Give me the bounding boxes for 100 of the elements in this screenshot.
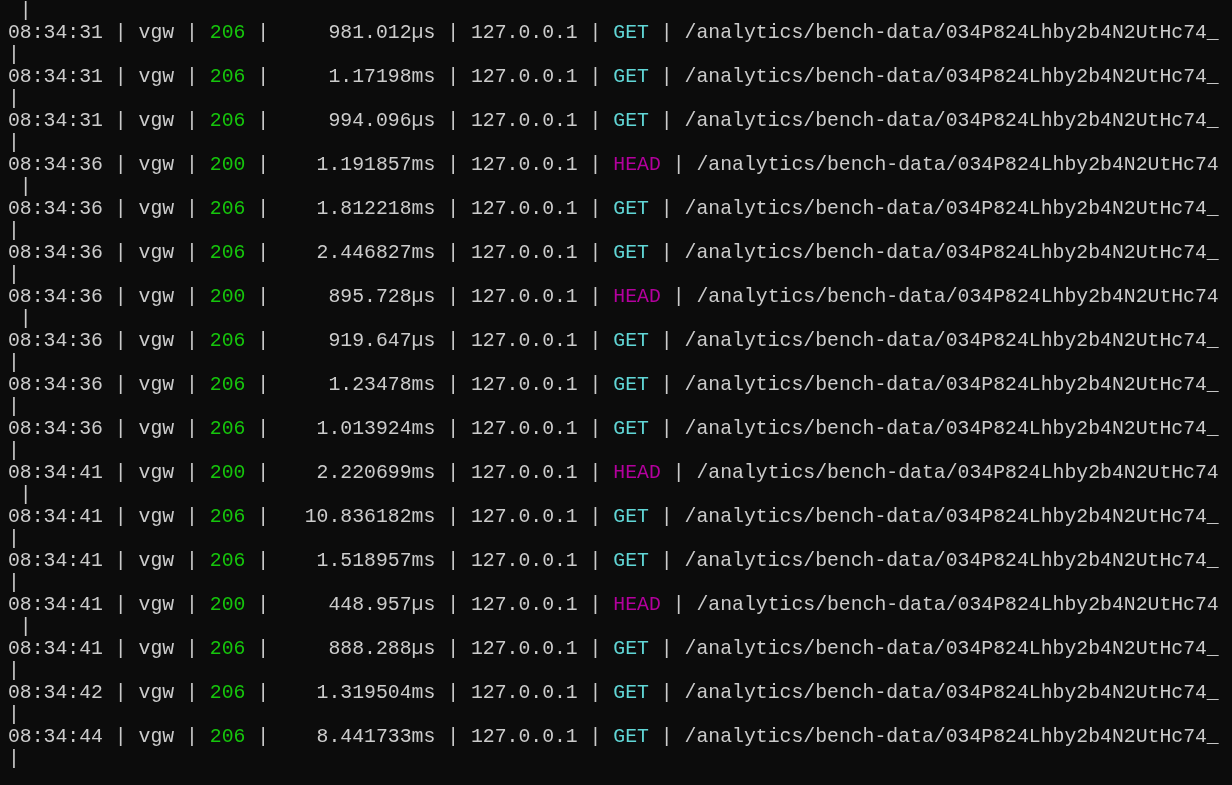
separator: | (660, 682, 673, 704)
status-code: 206 (209, 242, 246, 264)
status-code: 206 (209, 330, 246, 352)
separator: | (589, 286, 602, 308)
separator: | (589, 418, 602, 440)
separator: | (660, 198, 673, 220)
ip-address: 127.0.0.1 (470, 330, 578, 352)
separator: | (660, 330, 673, 352)
timestamp: 08:34:36 (8, 330, 103, 352)
service-name: vgw (138, 286, 175, 308)
separator: | (589, 682, 602, 704)
ip-address: 127.0.0.1 (470, 66, 578, 88)
timestamp: 08:34:31 (8, 66, 103, 88)
status-code: 206 (209, 110, 246, 132)
duration: 1.013924ms (315, 418, 436, 440)
service-name: vgw (138, 726, 175, 748)
duration: 994.096µs (327, 110, 436, 132)
separator: | (447, 22, 460, 44)
wrapped-separator: | (18, 616, 32, 638)
duration: 1.518957ms (315, 550, 436, 572)
wrapped-separator: | (8, 352, 20, 374)
timestamp: 08:34:41 (8, 550, 103, 572)
wrapped-separator: | (18, 176, 32, 198)
http-method: GET (613, 506, 649, 528)
separator: | (114, 22, 127, 44)
separator: | (186, 506, 198, 528)
timestamp: 08:34:44 (8, 726, 103, 748)
http-method: GET (613, 638, 649, 660)
separator: | (589, 462, 602, 484)
request-path: /analytics/bench-data/034P824Lhby2b4N2UtHc74_ (684, 198, 1219, 220)
service-name: vgw (138, 198, 175, 220)
separator: | (660, 418, 673, 440)
http-method: GET (613, 242, 649, 264)
separator: | (257, 66, 270, 88)
wrapped-separator: | (18, 0, 32, 22)
separator: | (589, 506, 602, 528)
separator: | (257, 682, 270, 704)
timestamp: 08:34:36 (8, 242, 103, 264)
status-code: 206 (209, 726, 246, 748)
duration: 919.647µs (327, 330, 436, 352)
separator: | (672, 154, 685, 176)
duration: 1.191857ms (315, 154, 436, 176)
separator: | (257, 638, 270, 660)
status-code: 206 (209, 374, 246, 396)
wrapped-separator: | (18, 484, 32, 506)
separator: | (660, 638, 673, 660)
separator: | (447, 198, 460, 220)
separator: | (660, 550, 673, 572)
service-name: vgw (138, 374, 175, 396)
wrapped-separator: | (8, 220, 20, 242)
duration: 1.17198ms (327, 66, 436, 88)
request-path: /analytics/bench-data/034P824Lhby2b4N2UtHc74_ (684, 374, 1219, 396)
separator: | (660, 66, 673, 88)
service-name: vgw (138, 550, 175, 572)
separator: | (447, 242, 460, 264)
timestamp: 08:34:41 (8, 638, 103, 660)
separator: | (589, 726, 602, 748)
separator: | (589, 374, 602, 396)
separator: | (447, 506, 460, 528)
ip-address: 127.0.0.1 (470, 242, 578, 264)
separator: | (589, 110, 602, 132)
wrapped-separator: | (8, 748, 20, 770)
ip-address: 127.0.0.1 (470, 154, 578, 176)
separator: | (589, 22, 602, 44)
service-name: vgw (138, 506, 175, 528)
separator: | (186, 682, 198, 704)
separator: | (447, 374, 460, 396)
request-path: /analytics/bench-data/034P824Lhby2b4N2UtHc74 (696, 462, 1219, 484)
http-method: GET (613, 66, 649, 88)
ip-address: 127.0.0.1 (470, 110, 578, 132)
separator: | (114, 462, 127, 484)
separator: | (114, 110, 127, 132)
http-method: GET (613, 374, 649, 396)
separator: | (589, 154, 602, 176)
duration: 2.446827ms (315, 242, 436, 264)
separator: | (114, 506, 127, 528)
service-name: vgw (138, 110, 175, 132)
ip-address: 127.0.0.1 (470, 22, 578, 44)
request-path: /analytics/bench-data/034P824Lhby2b4N2UtHc74_ (684, 726, 1219, 748)
separator: | (589, 330, 602, 352)
separator: | (257, 286, 270, 308)
separator: | (447, 726, 460, 748)
separator: | (114, 374, 127, 396)
separator: | (257, 330, 270, 352)
request-path: /analytics/bench-data/034P824Lhby2b4N2UtHc74_ (684, 550, 1219, 572)
separator: | (447, 638, 460, 660)
separator: | (589, 550, 602, 572)
status-code: 206 (209, 506, 246, 528)
separator: | (186, 66, 198, 88)
status-code: 206 (209, 418, 246, 440)
separator: | (447, 66, 460, 88)
service-name: vgw (138, 682, 175, 704)
separator: | (186, 726, 198, 748)
timestamp: 08:34:41 (8, 462, 103, 484)
wrapped-separator: | (18, 308, 32, 330)
separator: | (257, 418, 270, 440)
separator: | (660, 22, 673, 44)
timestamp: 08:34:41 (8, 506, 103, 528)
separator: | (589, 638, 602, 660)
duration: 448.957µs (327, 594, 436, 616)
